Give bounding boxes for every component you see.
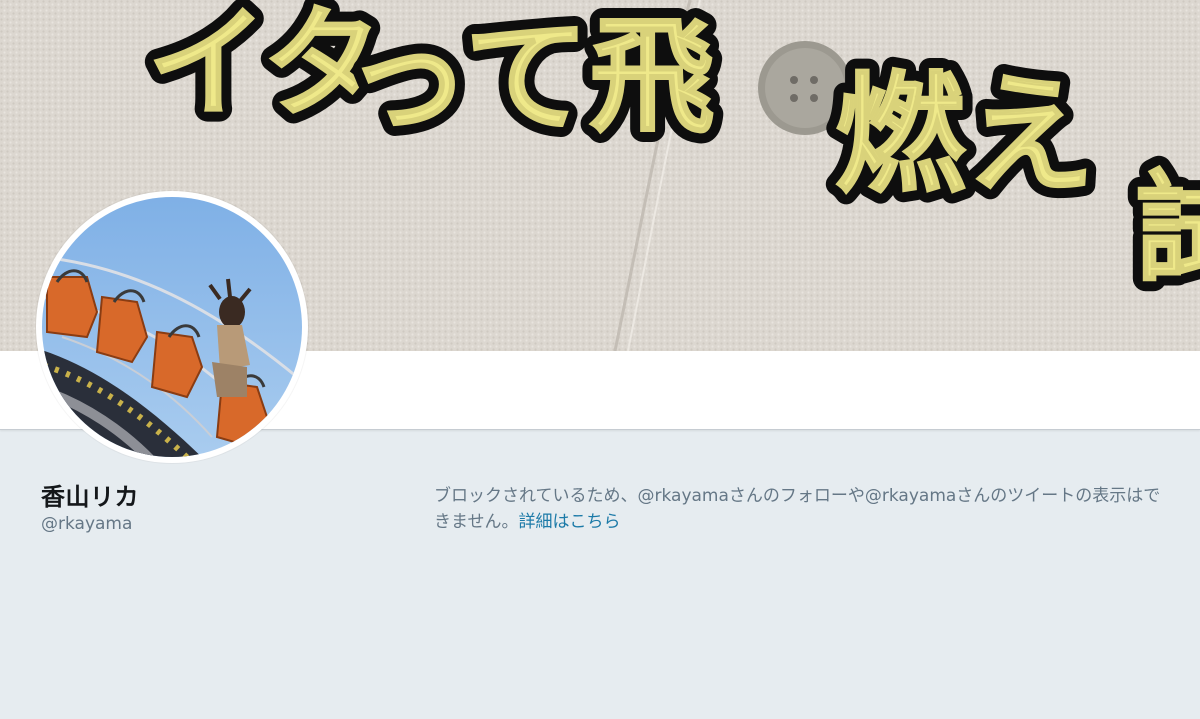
avatar[interactable]: [36, 191, 308, 463]
svg-text:試: 試: [1135, 158, 1200, 299]
svg-text:燃え: 燃え: [835, 58, 1095, 211]
avatar-photo: [42, 197, 302, 457]
embroidery-column-3: 燃え 燃え: [824, 47, 1106, 222]
learn-more-link[interactable]: 詳細はこちら: [519, 512, 621, 532]
svg-text:って飛: って飛: [346, 4, 715, 150]
profile-name: 香山リカ: [41, 483, 139, 511]
profile-handle: @rkayama: [41, 514, 133, 534]
embroidery-column-4: 試 試: [1124, 147, 1200, 310]
blocked-notice: ブロックされているため、@rkayamaさんのフォローや@rkayamaさんのツ…: [434, 483, 1174, 535]
embroidery-column-2: って飛 って飛: [335, 0, 726, 161]
